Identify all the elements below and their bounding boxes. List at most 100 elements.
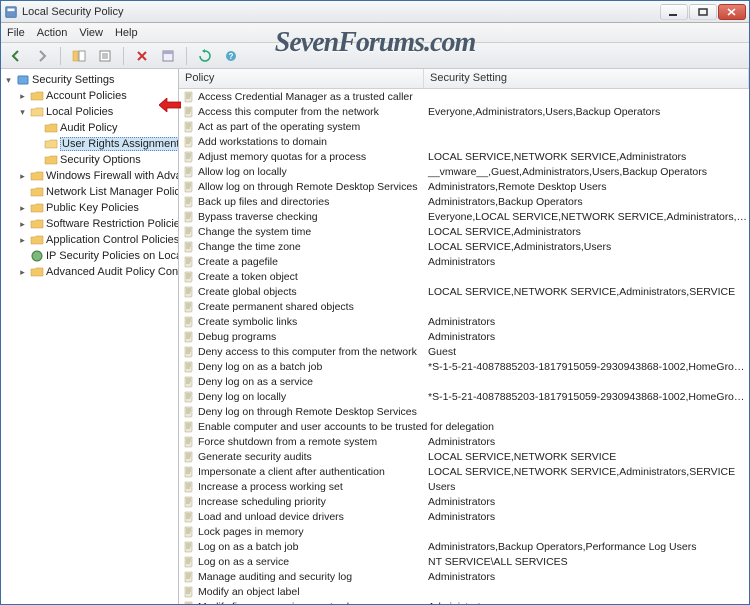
policy-row[interactable]: Manage auditing and security logAdminist… <box>179 569 749 584</box>
policy-setting: Administrators <box>424 256 749 268</box>
collapse-icon[interactable]: ▾ <box>17 107 28 118</box>
policy-name: Create permanent shared objects <box>198 301 354 313</box>
menu-action[interactable]: Action <box>37 27 68 39</box>
policy-name: Change the time zone <box>198 241 301 253</box>
back-button[interactable] <box>5 46 27 66</box>
navigation-tree[interactable]: ▾ Security Settings ▸ Account Policies ▾… <box>1 69 179 604</box>
window-title: Local Security Policy <box>22 6 660 18</box>
policy-name: Create symbolic links <box>198 316 297 328</box>
folder-icon <box>30 185 44 199</box>
menu-view[interactable]: View <box>79 27 103 39</box>
collapse-icon[interactable]: ▾ <box>3 75 14 86</box>
tree-label: Account Policies <box>46 90 127 102</box>
policy-row[interactable]: Create permanent shared objects <box>179 299 749 314</box>
tree-label: Local Policies <box>46 106 113 118</box>
policy-row[interactable]: Deny access to this computer from the ne… <box>179 344 749 359</box>
security-settings-icon <box>16 73 30 87</box>
policy-row[interactable]: Deny log on locally*S-1-5-21-4087885203-… <box>179 389 749 404</box>
policy-name: Load and unload device drivers <box>198 511 344 523</box>
column-header-setting[interactable]: Security Setting <box>424 69 749 88</box>
refresh-button[interactable] <box>194 46 216 66</box>
folder-icon <box>30 89 44 103</box>
policy-row[interactable]: Create global objectsLOCAL SERVICE,NETWO… <box>179 284 749 299</box>
policy-row[interactable]: Force shutdown from a remote systemAdmin… <box>179 434 749 449</box>
menu-file[interactable]: File <box>7 27 25 39</box>
expand-icon[interactable]: ▸ <box>17 171 28 182</box>
delete-button[interactable] <box>131 46 153 66</box>
tree-security-options[interactable]: Security Options <box>3 152 176 168</box>
folder-icon <box>30 169 44 183</box>
policy-row[interactable]: Deny log on as a service <box>179 374 749 389</box>
policy-row[interactable]: Generate security auditsLOCAL SERVICE,NE… <box>179 449 749 464</box>
list-body[interactable]: Access Credential Manager as a trusted c… <box>179 89 749 604</box>
policy-row[interactable]: Allow log on locally__vmware__,Guest,Adm… <box>179 164 749 179</box>
policy-row[interactable]: Add workstations to domain <box>179 134 749 149</box>
policy-setting: LOCAL SERVICE,NETWORK SERVICE,Administra… <box>424 286 749 298</box>
policy-row[interactable]: Enable computer and user accounts to be … <box>179 419 749 434</box>
tree-account-policies[interactable]: ▸ Account Policies <box>3 88 176 104</box>
policy-row[interactable]: Deny log on through Remote Desktop Servi… <box>179 404 749 419</box>
policy-item-icon <box>183 151 195 163</box>
expand-icon[interactable]: ▸ <box>17 267 28 278</box>
policy-row[interactable]: Load and unload device driversAdministra… <box>179 509 749 524</box>
policy-item-icon <box>183 346 195 358</box>
tree-ipsec[interactable]: IP Security Policies on Local Computer <box>3 248 176 264</box>
policy-item-icon <box>183 556 195 568</box>
policy-row[interactable]: Impersonate a client after authenticatio… <box>179 464 749 479</box>
policy-row[interactable]: Increase a process working setUsers <box>179 479 749 494</box>
policy-item-icon <box>183 331 195 343</box>
tree-appcontrol[interactable]: ▸ Application Control Policies <box>3 232 176 248</box>
properties-button[interactable] <box>157 46 179 66</box>
policy-row[interactable]: Create a pagefileAdministrators <box>179 254 749 269</box>
policy-name: Generate security audits <box>198 451 312 463</box>
policy-row[interactable]: Back up files and directoriesAdministrat… <box>179 194 749 209</box>
policy-row[interactable]: Access Credential Manager as a trusted c… <box>179 89 749 104</box>
policy-row[interactable]: Change the system timeLOCAL SERVICE,Admi… <box>179 224 749 239</box>
policy-row[interactable]: Allow log on through Remote Desktop Serv… <box>179 179 749 194</box>
maximize-button[interactable] <box>689 4 717 20</box>
policy-row[interactable]: Change the time zoneLOCAL SERVICE,Admini… <box>179 239 749 254</box>
tree-label: Software Restriction Policies <box>46 218 179 230</box>
policy-row[interactable]: Create a token object <box>179 269 749 284</box>
tree-label: Windows Firewall with Advanced Security <box>46 170 179 182</box>
tree-softrestrict[interactable]: ▸ Software Restriction Policies <box>3 216 176 232</box>
policy-row[interactable]: Act as part of the operating system <box>179 119 749 134</box>
policy-name: Change the system time <box>198 226 311 238</box>
tree-label: Advanced Audit Policy Configuration <box>46 266 179 278</box>
policy-row[interactable]: Debug programsAdministrators <box>179 329 749 344</box>
tree-user-rights-assignment[interactable]: User Rights Assignment <box>3 136 176 152</box>
policy-row[interactable]: Access this computer from the networkEve… <box>179 104 749 119</box>
minimize-button[interactable] <box>660 4 688 20</box>
menu-help[interactable]: Help <box>115 27 138 39</box>
expand-icon[interactable]: ▸ <box>17 219 28 230</box>
policy-row[interactable]: Lock pages in memory <box>179 524 749 539</box>
tree-firewall[interactable]: ▸ Windows Firewall with Advanced Securit… <box>3 168 176 184</box>
tree-pubkey[interactable]: ▸ Public Key Policies <box>3 200 176 216</box>
forward-button[interactable] <box>31 46 53 66</box>
tree-local-policies[interactable]: ▾ Local Policies <box>3 104 176 120</box>
policy-row[interactable]: Log on as a batch jobAdministrators,Back… <box>179 539 749 554</box>
policy-row[interactable]: Adjust memory quotas for a processLOCAL … <box>179 149 749 164</box>
policy-item-icon <box>183 226 195 238</box>
column-header-policy[interactable]: Policy <box>179 69 424 88</box>
tree-advaudit[interactable]: ▸ Advanced Audit Policy Configuration <box>3 264 176 280</box>
policy-row[interactable]: Increase scheduling priorityAdministrato… <box>179 494 749 509</box>
policy-row[interactable]: Log on as a serviceNT SERVICE\ALL SERVIC… <box>179 554 749 569</box>
tree-netlist[interactable]: Network List Manager Policies <box>3 184 176 200</box>
expand-icon[interactable]: ▸ <box>17 203 28 214</box>
expand-icon[interactable]: ▸ <box>17 235 28 246</box>
export-list-button[interactable] <box>94 46 116 66</box>
policy-name: Adjust memory quotas for a process <box>198 151 366 163</box>
policy-row[interactable]: Create symbolic linksAdministrators <box>179 314 749 329</box>
show-hide-tree-button[interactable] <box>68 46 90 66</box>
tree-audit-policy[interactable]: Audit Policy <box>3 120 176 136</box>
policy-row[interactable]: Bypass traverse checkingEveryone,LOCAL S… <box>179 209 749 224</box>
expand-icon[interactable]: ▸ <box>17 91 28 102</box>
help-button[interactable]: ? <box>220 46 242 66</box>
policy-row[interactable]: Modify an object label <box>179 584 749 599</box>
tree-root[interactable]: ▾ Security Settings <box>3 72 176 88</box>
policy-row[interactable]: Deny log on as a batch job*S-1-5-21-4087… <box>179 359 749 374</box>
policy-row[interactable]: Modify firmware environment valuesAdmini… <box>179 599 749 604</box>
close-button[interactable] <box>718 4 746 20</box>
policy-item-icon <box>183 451 195 463</box>
